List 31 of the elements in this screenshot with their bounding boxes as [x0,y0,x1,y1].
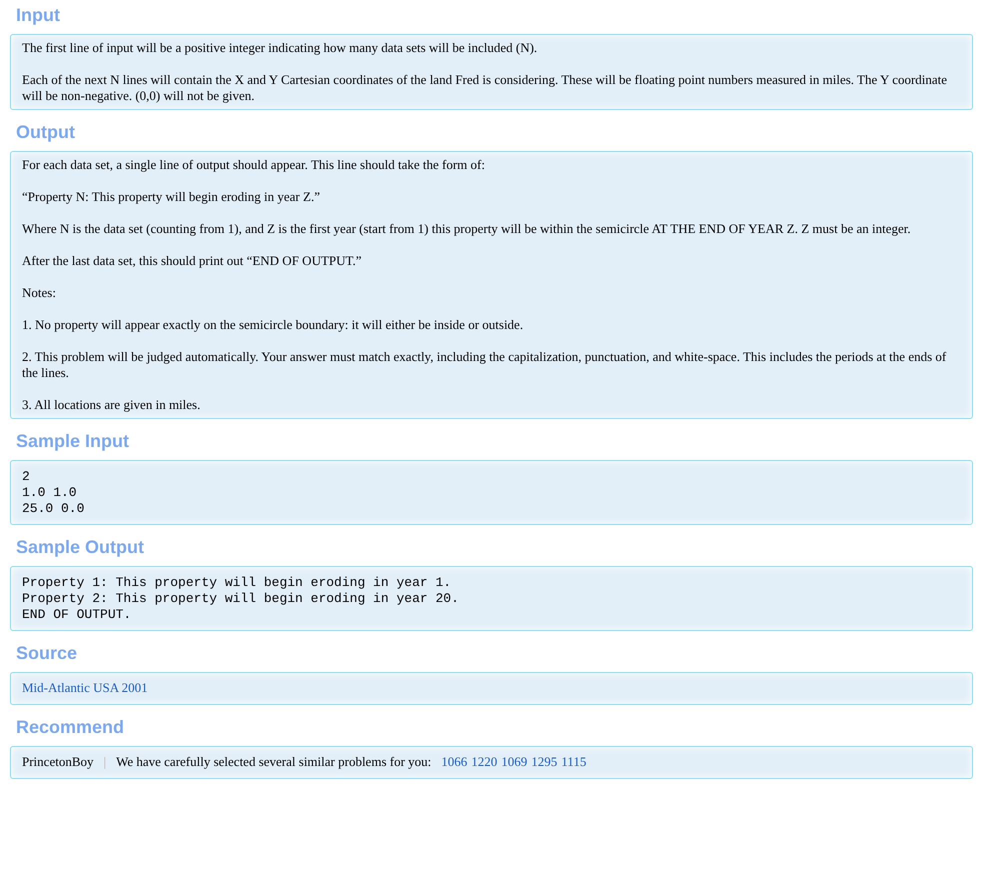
code-line: END OF OUTPUT. [22,607,132,623]
paragraph: After the last data set, this should print out “END OF OUTPUT.” [22,253,363,269]
paragraph: 1. No property will appear exactly on the semicircle boundary: it will either be inside or outside. [22,317,524,333]
paragraph: 2. This problem will be judged automatically. Your answer must match exactly, including the capitalization, punctuation, and white-space. This includes the periods at the ends of the lines. [22,349,948,381]
code-line: Property 1: This property will begin eroding in year 1. [22,575,452,591]
code-line: 2 [22,469,31,485]
source-link[interactable]: Mid-Atlantic USA 2001 [22,680,148,695]
code-line: 25.0 0.0 [22,501,86,517]
section-heading: Recommend [15,716,126,739]
author-name: PrincetonBoy [22,754,94,770]
code-line: 1.0 1.0 [22,485,78,501]
paragraph: The first line of input will be a positive integer indicating how many data sets will be included (N). [22,40,538,56]
paragraph: 3. All locations are given in miles. [22,397,202,413]
problem-link[interactable]: 1069 [501,754,528,770]
section-heading: Sample Output [15,536,146,559]
paragraph: Each of the next N lines will contain the X and Y Cartesian coordinates of the land Fred is considering. These will be floating point numbers measured in miles. The Y coordinate will be non-negative. (0,0) will not be given. [22,72,948,104]
paragraph: For each data set, a single line of output should appear. This line should take the form of: [22,157,486,173]
section-heading: Output [15,121,76,144]
problem-link[interactable]: 1295 [531,754,558,770]
problem-link[interactable]: 1115 [561,754,586,770]
paragraph: “Property N: This property will begin eroding in year Z.” [22,189,321,205]
section-heading: Sample Input [15,430,130,453]
paragraph: Where N is the data set (counting from 1), and Z is the first year (start from 1) this property will be within the semicircle AT THE END OF YEAR Z. Z must be an integer. [22,221,912,237]
recommend-text: We have carefully selected several similar problems for you: [116,754,432,770]
section-heading: Input [15,4,61,27]
problem-link[interactable]: 1220 [471,754,498,770]
section-heading: Source [15,642,78,665]
code-line: Property 2: This property will begin eroding in year 20. [22,591,460,607]
paragraph: Notes: [22,285,57,301]
separator: | [104,754,106,770]
problem-link[interactable]: 1066 [441,754,468,770]
